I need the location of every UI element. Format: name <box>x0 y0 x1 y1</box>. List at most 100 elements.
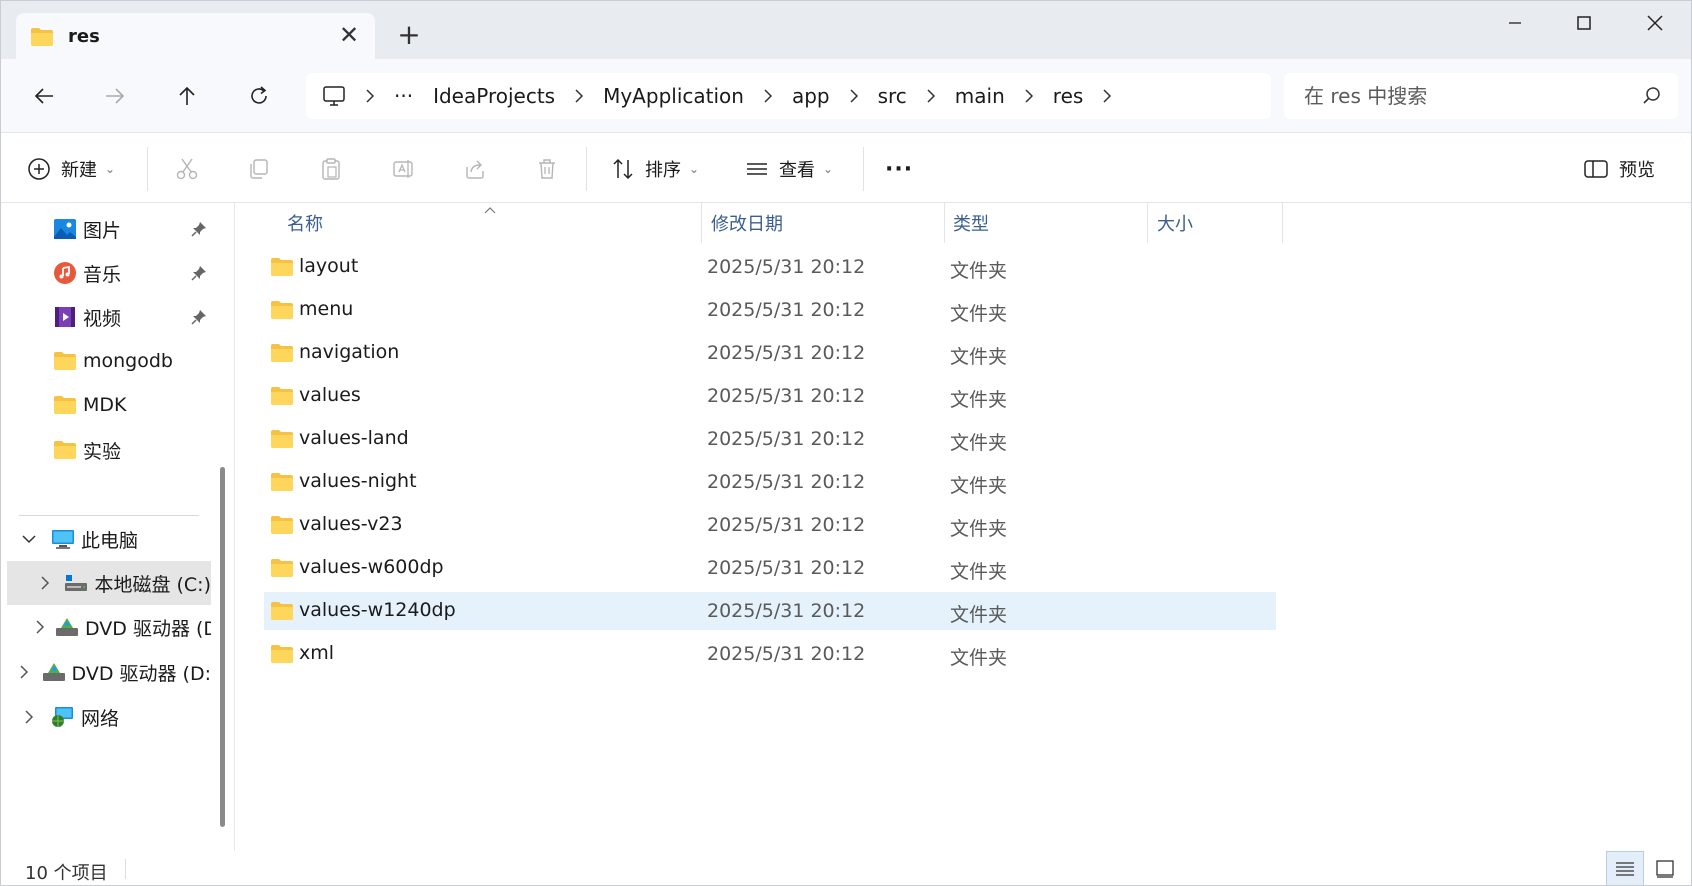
file-name: values-v23 <box>299 513 403 535</box>
delete-button[interactable] <box>529 151 565 187</box>
sidebar-item-experiment[interactable]: 实验 <box>1 428 211 472</box>
pin-icon[interactable] <box>191 264 207 286</box>
sort-icon <box>613 158 633 180</box>
view-button[interactable]: 查看 ⌄ <box>745 149 833 189</box>
sidebar-item-label: 实验 <box>83 440 122 463</box>
file-name: xml <box>299 642 335 664</box>
file-date: 2025/5/31 20:12 <box>707 471 866 493</box>
breadcrumb-main[interactable]: main <box>945 84 1015 108</box>
new-tab-button[interactable]: + <box>393 18 425 51</box>
file-type: 文件夹 <box>950 260 1008 282</box>
column-header-name[interactable]: 名称 <box>287 203 323 243</box>
details-view-button[interactable] <box>1606 851 1644 885</box>
chevron-right-icon[interactable] <box>917 89 945 103</box>
pane-divider[interactable] <box>234 203 235 851</box>
chevron-right-icon[interactable] <box>356 89 384 103</box>
rename-icon <box>393 160 413 178</box>
chevron-right-icon[interactable] <box>1015 89 1043 103</box>
sidebar-item-local-disk[interactable]: 本地磁盘 (C:) <box>7 561 211 605</box>
file-type: 文件夹 <box>950 303 1008 325</box>
file-name: values-w600dp <box>299 556 444 578</box>
maximize-button[interactable] <box>1552 1 1616 45</box>
tiles-view-button[interactable] <box>1646 851 1684 885</box>
folder-icon <box>53 349 77 373</box>
file-date: 2025/5/31 20:12 <box>707 600 866 622</box>
column-divider[interactable] <box>1282 203 1283 243</box>
table-row[interactable]: values-w600dp 2025/5/31 20:12 文件夹 <box>264 549 1276 587</box>
share-button[interactable] <box>457 151 493 187</box>
table-row[interactable]: navigation 2025/5/31 20:12 文件夹 <box>264 334 1276 372</box>
close-tab-icon[interactable]: ✕ <box>333 19 365 51</box>
column-header-date[interactable]: 修改日期 <box>711 203 783 243</box>
copy-button[interactable] <box>241 151 277 187</box>
minimize-button[interactable] <box>1483 1 1547 45</box>
tab-res[interactable]: res ✕ <box>16 13 375 59</box>
table-row[interactable]: menu 2025/5/31 20:12 文件夹 <box>264 291 1276 329</box>
chevron-down-icon[interactable] <box>17 534 41 544</box>
file-type: 文件夹 <box>950 389 1008 411</box>
close-window-button[interactable] <box>1623 1 1687 45</box>
breadcrumb-app[interactable]: app <box>782 84 840 108</box>
sidebar-item-network[interactable]: 网络 <box>1 695 211 739</box>
chevron-right-icon[interactable] <box>565 89 593 103</box>
sort-button[interactable]: 排序 ⌄ <box>611 149 699 189</box>
chevron-right-icon[interactable] <box>1093 89 1121 103</box>
chevron-right-icon[interactable] <box>35 620 45 634</box>
copy-icon <box>250 159 268 179</box>
sidebar-item-dvd-drive[interactable]: DVD 驱动器 (D: <box>1 605 211 649</box>
paste-button[interactable] <box>313 151 349 187</box>
breadcrumb-overflow[interactable]: ··· <box>384 84 423 108</box>
file-date: 2025/5/31 20:12 <box>707 299 866 321</box>
address-bar[interactable]: ··· IdeaProjects MyApplication app src m… <box>306 73 1271 119</box>
column-header-type[interactable]: 类型 <box>953 203 989 243</box>
table-row[interactable]: values-land 2025/5/31 20:12 文件夹 <box>264 420 1276 458</box>
column-header-size[interactable]: 大小 <box>1157 203 1193 243</box>
breadcrumb-myapplication[interactable]: MyApplication <box>593 84 754 108</box>
chevron-right-icon[interactable] <box>35 576 54 590</box>
cut-button[interactable] <box>169 151 205 187</box>
table-row[interactable]: values-w1240dp 2025/5/31 20:12 文件夹 <box>264 592 1276 630</box>
back-button[interactable] <box>23 75 65 117</box>
sidebar-item-mdk[interactable]: MDK <box>1 383 211 427</box>
sidebar-item-mongodb[interactable]: mongodb <box>1 339 211 383</box>
more-options-button[interactable]: ··· <box>885 149 913 189</box>
chevron-right-icon[interactable] <box>840 89 868 103</box>
column-divider[interactable] <box>1147 203 1148 243</box>
table-row[interactable]: values 2025/5/31 20:12 文件夹 <box>264 377 1276 415</box>
refresh-button[interactable] <box>238 75 280 117</box>
view-button-label: 查看 <box>779 160 815 181</box>
breadcrumb-ideaprojects[interactable]: IdeaProjects <box>423 84 565 108</box>
file-name: navigation <box>299 341 400 363</box>
pin-icon[interactable] <box>191 308 207 330</box>
sidebar-scrollbar[interactable] <box>220 467 225 827</box>
preview-pane-button[interactable]: 预览 <box>1583 149 1655 189</box>
chevron-right-icon[interactable] <box>17 665 32 679</box>
breadcrumb-res[interactable]: res <box>1043 84 1094 108</box>
table-row[interactable]: xml 2025/5/31 20:12 文件夹 <box>264 635 1276 673</box>
up-button[interactable] <box>166 75 208 117</box>
sidebar-item-dvd-drive-root[interactable]: DVD 驱动器 (D: <box>1 650 211 694</box>
tab-title: res <box>68 26 100 47</box>
column-divider[interactable] <box>944 203 945 243</box>
breadcrumb-src[interactable]: src <box>868 84 917 108</box>
table-row[interactable]: layout 2025/5/31 20:12 文件夹 <box>264 248 1276 286</box>
chevron-right-icon[interactable] <box>17 710 41 724</box>
new-button[interactable]: 新建 ⌄ <box>27 149 115 189</box>
sidebar-item-videos[interactable]: 视频 <box>1 295 211 339</box>
file-explorer-window: res ✕ + ··· IdeaProjects MyApplication a… <box>0 0 1692 886</box>
sidebar-item-this-pc[interactable]: 此电脑 <box>1 517 211 561</box>
sidebar-item-music[interactable]: 音乐 <box>1 251 211 295</box>
sidebar-item-pictures[interactable]: 图片 <box>1 207 211 251</box>
search-icon[interactable] <box>1642 86 1662 110</box>
table-row[interactable]: values-v23 2025/5/31 20:12 文件夹 <box>264 506 1276 544</box>
forward-button[interactable] <box>94 75 136 117</box>
column-divider[interactable] <box>701 203 702 243</box>
file-name: values-w1240dp <box>299 599 456 621</box>
pin-icon[interactable] <box>191 220 207 242</box>
search-box[interactable] <box>1284 73 1678 119</box>
chevron-right-icon[interactable] <box>754 89 782 103</box>
folder-icon <box>270 515 294 539</box>
table-row[interactable]: values-night 2025/5/31 20:12 文件夹 <box>264 463 1276 501</box>
search-input[interactable] <box>1304 82 1624 110</box>
rename-button[interactable] <box>385 151 421 187</box>
